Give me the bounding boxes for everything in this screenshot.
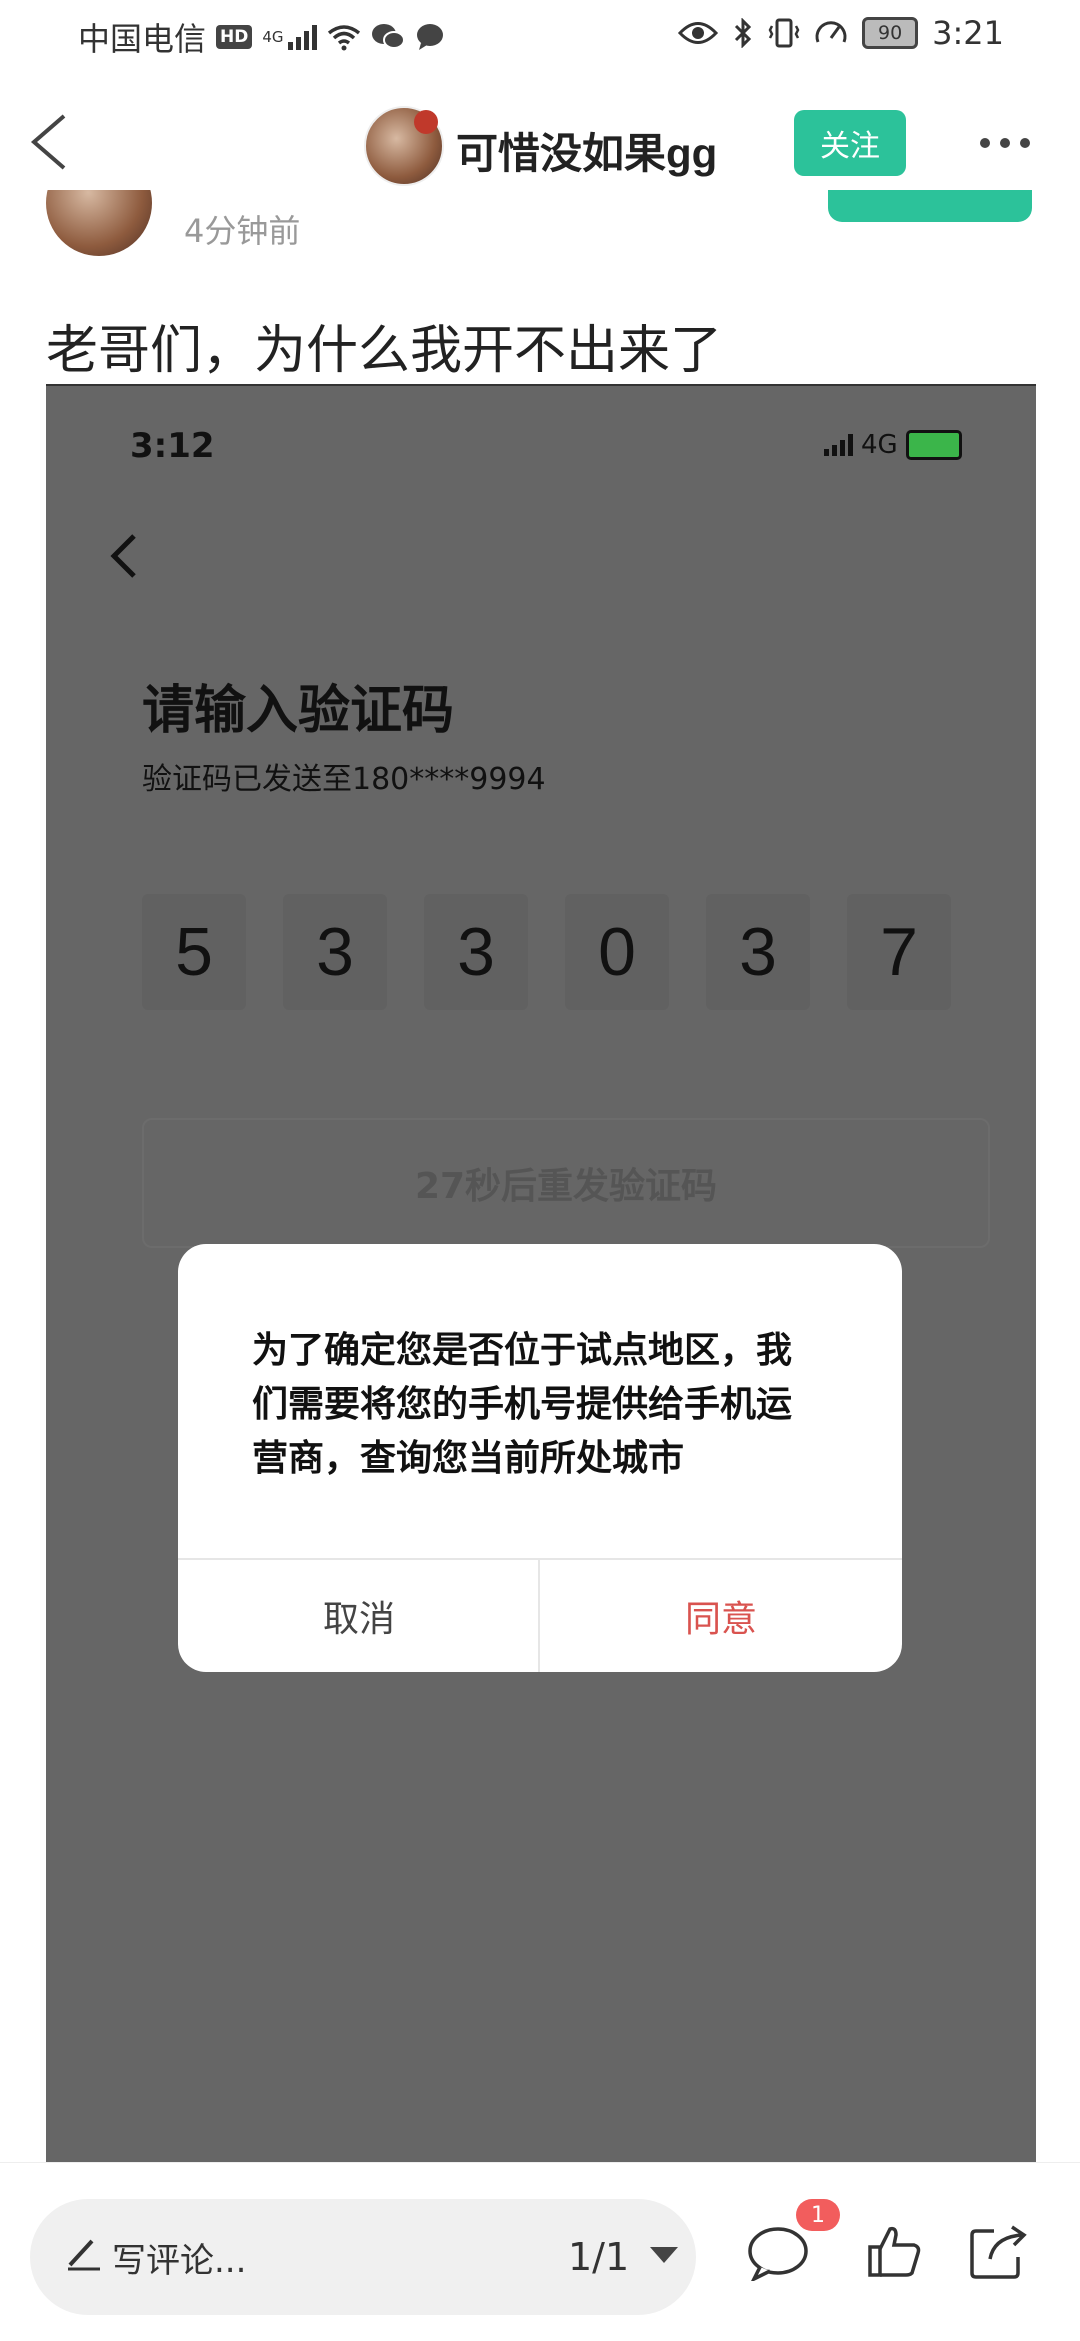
resend-code-button: 27秒后重发验证码 xyxy=(142,1118,990,1248)
wifi-icon xyxy=(327,25,360,51)
code-digits: 5 3 3 0 3 7 xyxy=(142,894,988,1010)
comment-count-badge: 1 xyxy=(796,2199,840,2231)
image-clock: 3:12 xyxy=(130,426,215,466)
image-subtitle: 验证码已发送至180****9994 xyxy=(142,762,546,797)
status-bar: 中国电信 HD 4G 90 3:21 xyxy=(0,0,1080,72)
page-indicator[interactable]: 1/1 xyxy=(568,2235,629,2279)
dialog-message: 为了确定您是否位于试点地区，我们需要将您的手机号提供给手机运营商，查询您当前所处… xyxy=(252,1330,793,1479)
share-icon[interactable] xyxy=(968,2223,1030,2281)
message-icon xyxy=(416,24,443,50)
clock: 3:21 xyxy=(932,14,1004,52)
cancel-button: 取消 xyxy=(178,1560,540,1672)
code-digit: 7 xyxy=(847,894,951,1010)
carrier-name: 中国电信 xyxy=(78,20,207,58)
status-right: 90 3:21 xyxy=(678,14,1004,52)
bottom-bar: 写评论... 1/1 1 xyxy=(0,2162,1080,2341)
post-title: 老哥们，为什么我开不出来了 xyxy=(46,321,723,381)
comment-input[interactable]: 写评论... 1/1 xyxy=(30,2199,696,2315)
wechat-icon xyxy=(371,24,405,49)
status-left: 中国电信 HD 4G xyxy=(78,14,445,60)
more-icon[interactable] xyxy=(980,138,1030,148)
image-status-icons: 4G xyxy=(824,430,962,460)
post-image[interactable]: 3:12 4G 请输入验证码 验证码已发送至180****9994 5 3 3 … xyxy=(46,384,1036,2166)
agree-button: 同意 xyxy=(540,1560,902,1672)
code-digit: 3 xyxy=(424,894,528,1010)
code-digit: 0 xyxy=(565,894,669,1010)
avatar-decoration xyxy=(414,110,438,134)
code-digit: 5 xyxy=(142,894,246,1010)
image-heading: 请输入验证码 xyxy=(142,681,455,741)
caret-down-icon[interactable] xyxy=(650,2247,678,2263)
bluetooth-icon xyxy=(735,18,752,48)
image-signal-icon xyxy=(824,434,853,456)
hd-badge: HD xyxy=(216,25,253,49)
author-row: 4分钟前 xyxy=(0,190,1080,260)
image-network: 4G xyxy=(861,430,898,460)
pencil-icon xyxy=(68,2239,100,2271)
eye-icon xyxy=(678,22,719,44)
comment-placeholder: 写评论... xyxy=(112,2241,247,2281)
speed-icon xyxy=(815,21,847,43)
username[interactable]: 可惜没如果gg xyxy=(456,120,717,181)
author-follow-button[interactable] xyxy=(828,190,1032,222)
follow-button[interactable]: 关注 xyxy=(794,110,906,176)
image-battery-icon xyxy=(905,430,962,460)
vibrate-icon xyxy=(768,18,800,48)
image-back-icon xyxy=(110,534,136,578)
code-digit: 3 xyxy=(283,894,387,1010)
comment-icon[interactable] xyxy=(746,2225,810,2281)
thumbs-up-icon[interactable] xyxy=(866,2223,922,2279)
battery-icon: 90 xyxy=(862,17,919,49)
author-avatar[interactable] xyxy=(46,190,152,256)
code-digit: 3 xyxy=(706,894,810,1010)
signal-icon xyxy=(287,24,317,50)
signal-type: 4G xyxy=(262,28,284,46)
post-time: 4分钟前 xyxy=(184,212,301,250)
back-arrow-icon[interactable] xyxy=(24,112,84,172)
permission-dialog: 为了确定您是否位于试点地区，我们需要将您的手机号提供给手机运营商，查询您当前所处… xyxy=(178,1244,902,1672)
